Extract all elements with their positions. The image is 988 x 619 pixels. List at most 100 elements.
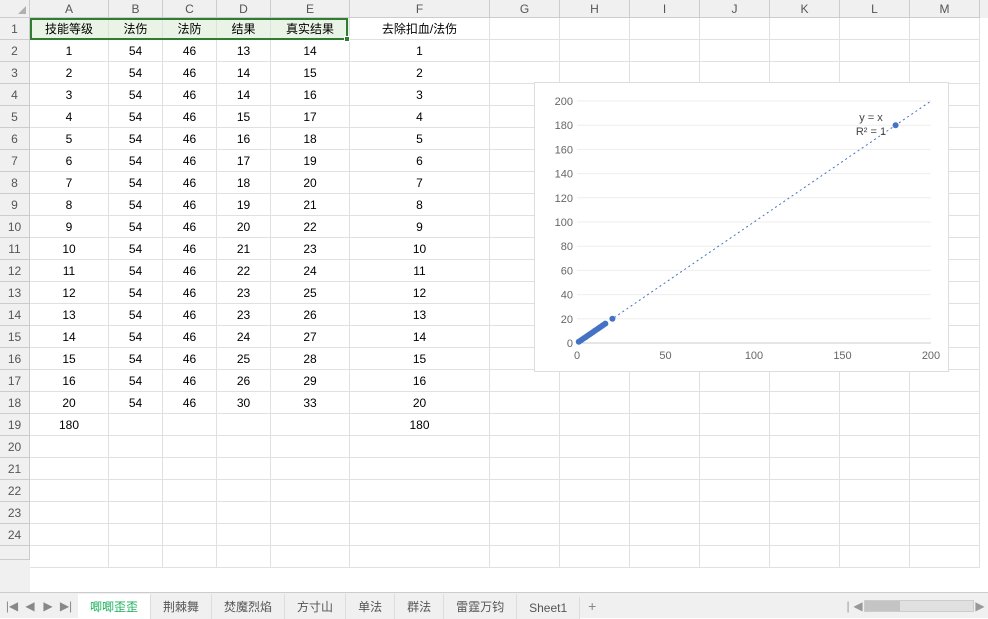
cell[interactable]: 14: [271, 40, 350, 62]
cell[interactable]: 28: [271, 348, 350, 370]
cell[interactable]: [490, 502, 560, 524]
row-header[interactable]: 23: [0, 502, 30, 524]
cell[interactable]: [630, 524, 700, 546]
cell[interactable]: 54: [109, 392, 163, 414]
row-header[interactable]: 13: [0, 282, 30, 304]
cell[interactable]: [910, 392, 980, 414]
cell[interactable]: 23: [271, 238, 350, 260]
cell[interactable]: [163, 480, 217, 502]
cell[interactable]: 8: [350, 194, 490, 216]
cell[interactable]: [271, 502, 350, 524]
sheet-tab[interactable]: 雷霆万钧: [444, 594, 517, 619]
select-all-corner[interactable]: [0, 0, 30, 18]
cell[interactable]: 23: [217, 282, 271, 304]
cell[interactable]: 14: [30, 326, 109, 348]
cell[interactable]: 15: [350, 348, 490, 370]
sheet-tab[interactable]: Sheet1: [517, 597, 580, 619]
cell[interactable]: [109, 458, 163, 480]
cell[interactable]: 9: [350, 216, 490, 238]
cell[interactable]: 1: [30, 40, 109, 62]
row-header[interactable]: 6: [0, 128, 30, 150]
cell[interactable]: 54: [109, 304, 163, 326]
table-header-cell[interactable]: [560, 18, 630, 40]
cell[interactable]: [217, 414, 271, 436]
row-header[interactable]: 14: [0, 304, 30, 326]
cell[interactable]: [700, 524, 770, 546]
cell[interactable]: [700, 458, 770, 480]
cell[interactable]: 54: [109, 150, 163, 172]
cell[interactable]: 20: [350, 392, 490, 414]
cell[interactable]: [630, 546, 700, 568]
cell[interactable]: 14: [217, 84, 271, 106]
cell[interactable]: [910, 502, 980, 524]
cell[interactable]: [910, 458, 980, 480]
cell[interactable]: [163, 524, 217, 546]
col-header-C[interactable]: C: [163, 0, 217, 18]
row-header[interactable]: 2: [0, 40, 30, 62]
cell[interactable]: [350, 436, 490, 458]
row-header[interactable]: 9: [0, 194, 30, 216]
cell[interactable]: [840, 62, 910, 84]
cell[interactable]: 54: [109, 238, 163, 260]
row-header[interactable]: 5: [0, 106, 30, 128]
cell[interactable]: 24: [217, 326, 271, 348]
nav-last-icon[interactable]: ▶|: [58, 597, 74, 615]
cell[interactable]: 21: [217, 238, 271, 260]
cell[interactable]: 4: [350, 106, 490, 128]
cell[interactable]: [700, 414, 770, 436]
cell[interactable]: 18: [217, 172, 271, 194]
row-header[interactable]: 19: [0, 414, 30, 436]
col-header-I[interactable]: I: [630, 0, 700, 18]
cell[interactable]: 9: [30, 216, 109, 238]
cell[interactable]: 6: [350, 150, 490, 172]
nav-next-icon[interactable]: ▶: [40, 597, 56, 615]
cell[interactable]: [770, 502, 840, 524]
cell[interactable]: [350, 524, 490, 546]
row-header[interactable]: [0, 546, 30, 560]
table-header-cell[interactable]: 去除扣血/法伤: [350, 18, 490, 40]
cell[interactable]: [630, 392, 700, 414]
cell[interactable]: 5: [30, 128, 109, 150]
cell[interactable]: 2: [350, 62, 490, 84]
cell[interactable]: 26: [271, 304, 350, 326]
cell[interactable]: [700, 62, 770, 84]
cell[interactable]: [840, 480, 910, 502]
cell[interactable]: [163, 546, 217, 568]
cell[interactable]: 17: [271, 106, 350, 128]
cell[interactable]: [770, 458, 840, 480]
cell[interactable]: [630, 414, 700, 436]
cell[interactable]: [770, 414, 840, 436]
cell[interactable]: [490, 524, 560, 546]
row-header[interactable]: 8: [0, 172, 30, 194]
cell[interactable]: 46: [163, 370, 217, 392]
embedded-chart[interactable]: 020406080100120140160180200050100150200y…: [534, 82, 949, 372]
cell[interactable]: [30, 546, 109, 568]
cell[interactable]: 30: [217, 392, 271, 414]
cell[interactable]: [630, 502, 700, 524]
cell[interactable]: 54: [109, 84, 163, 106]
cell[interactable]: 17: [217, 150, 271, 172]
col-header-A[interactable]: A: [30, 0, 109, 18]
cell[interactable]: 14: [350, 326, 490, 348]
nav-first-icon[interactable]: |◀: [4, 597, 20, 615]
cell[interactable]: [770, 392, 840, 414]
cell[interactable]: [840, 436, 910, 458]
cell[interactable]: [217, 480, 271, 502]
cell[interactable]: 13: [350, 304, 490, 326]
cell[interactable]: 22: [271, 216, 350, 238]
cell[interactable]: 21: [271, 194, 350, 216]
cell[interactable]: [109, 436, 163, 458]
row-header[interactable]: 3: [0, 62, 30, 84]
cell[interactable]: [490, 546, 560, 568]
cell[interactable]: [840, 370, 910, 392]
cell[interactable]: [770, 40, 840, 62]
cell[interactable]: [630, 480, 700, 502]
cell[interactable]: [910, 62, 980, 84]
cell[interactable]: 11: [350, 260, 490, 282]
cell[interactable]: [217, 546, 271, 568]
cell[interactable]: [840, 524, 910, 546]
col-header-G[interactable]: G: [490, 0, 560, 18]
table-header-cell[interactable]: 真实结果: [271, 18, 350, 40]
cell[interactable]: [560, 436, 630, 458]
cell[interactable]: [271, 414, 350, 436]
